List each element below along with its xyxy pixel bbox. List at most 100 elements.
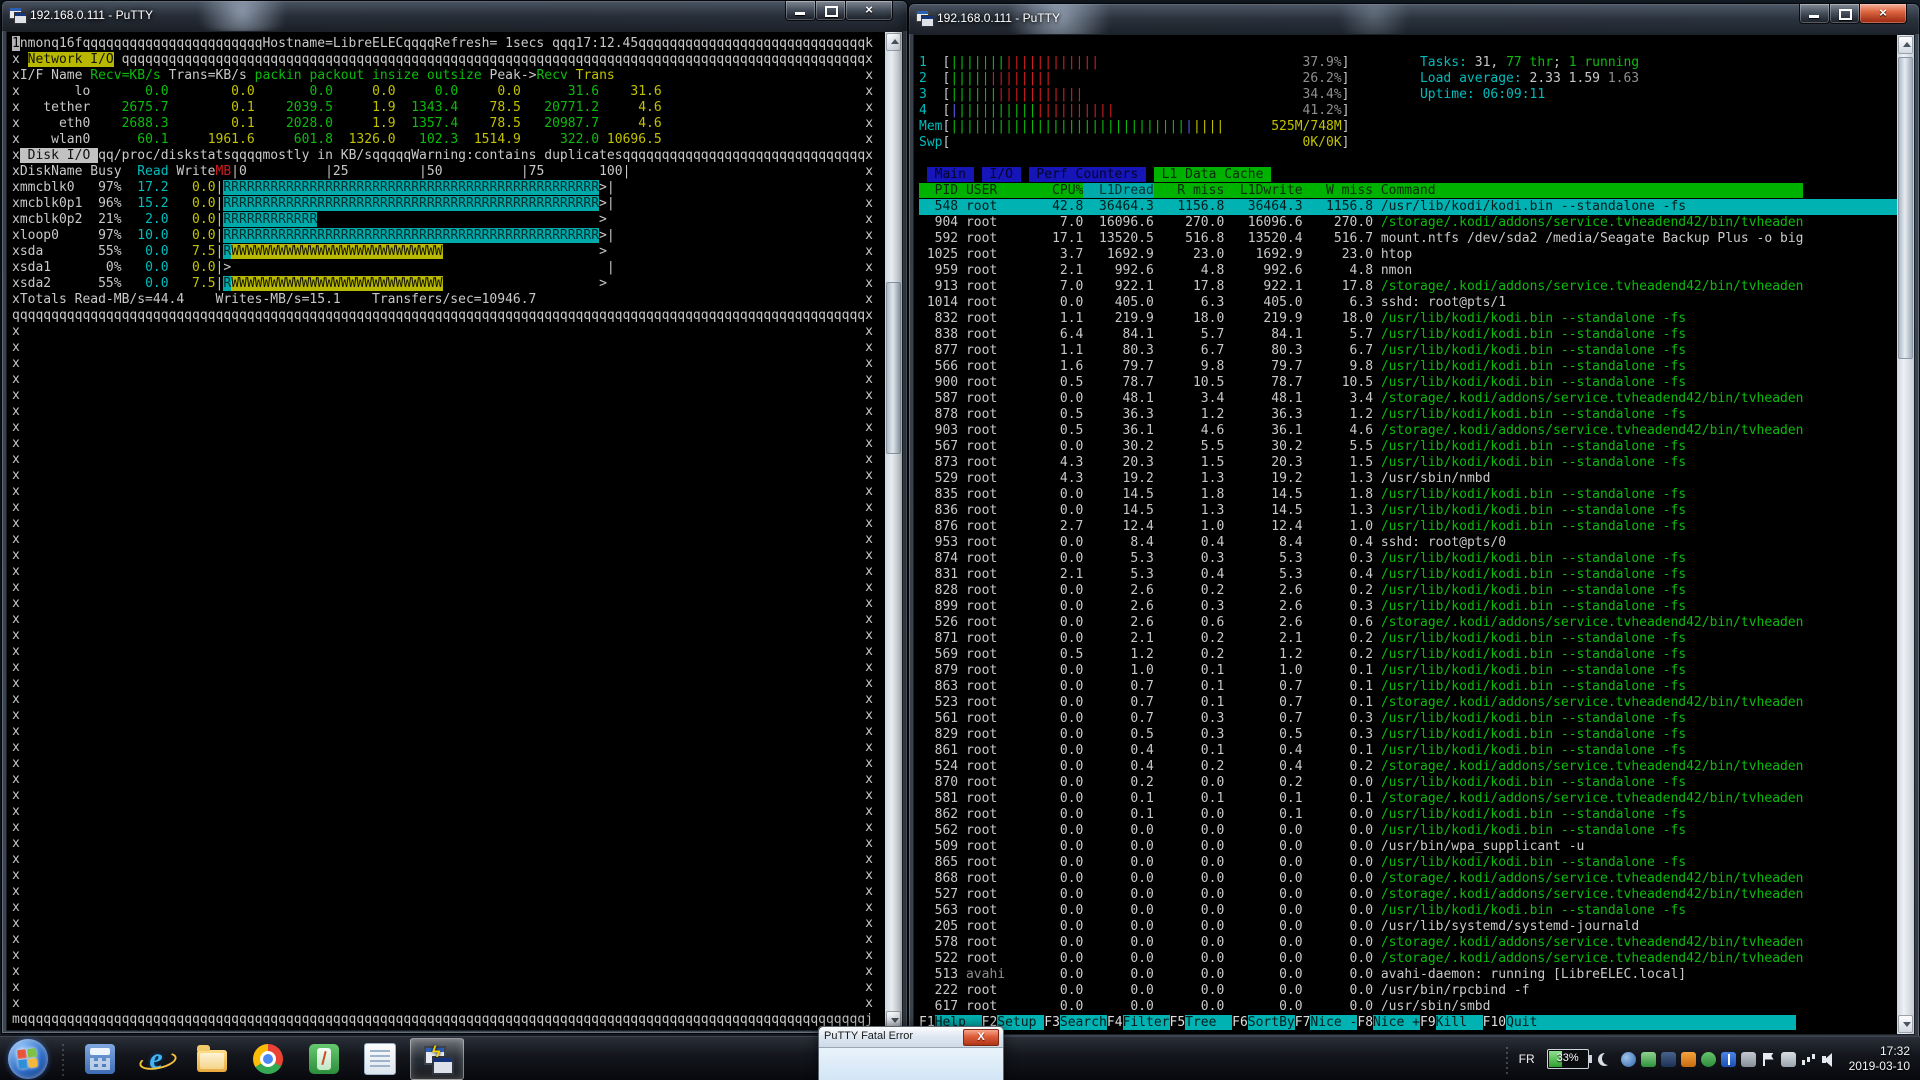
scroll-thumb[interactable] xyxy=(886,282,901,454)
minimize-button[interactable] xyxy=(1799,4,1830,24)
terminal-line: 879 root 0.0 1.0 0.1 1.0 0.1 /usr/lib/ko… xyxy=(919,663,1897,679)
terminal-line: Swp[ 0K/0K] xyxy=(919,135,1897,151)
scroll-thumb[interactable] xyxy=(1898,57,1913,359)
battery-indicator[interactable]: 33% xyxy=(1547,1049,1589,1069)
terminal-line: x x xyxy=(12,868,885,884)
start-button[interactable] xyxy=(8,1039,48,1079)
internet-explorer-icon: e xyxy=(141,1044,171,1074)
taskbar-clock[interactable]: 17:32 2019-03-10 xyxy=(1849,1044,1910,1074)
terminal-line: 865 root 0.0 0.0 0.0 0.0 0.0 /usr/lib/ko… xyxy=(919,855,1897,871)
desktop: 192.168.0.111 - PuTTY × 1nmonq16fqqqqqqq… xyxy=(0,0,1920,1080)
terminal-line: x x xyxy=(12,372,885,388)
close-button[interactable]: × xyxy=(845,1,893,21)
maximize-button[interactable] xyxy=(1829,4,1860,24)
terminal-area-htop[interactable]: 1 [||||||||||||||||||| 37.9%] Tasks: 31,… xyxy=(913,34,1915,1035)
language-indicator[interactable]: FR xyxy=(1519,1052,1535,1066)
close-button[interactable]: × xyxy=(1859,4,1907,24)
terminal-line: xmmcblk0 97% 17.2 0.0|RRRRRRRRRRRRRRRRRR… xyxy=(12,180,885,196)
terminal-line: 876 root 2.7 12.4 1.0 12.4 1.0 /usr/lib/… xyxy=(919,519,1897,535)
tray-icon-flag[interactable] xyxy=(1761,1052,1776,1067)
terminal-line: x x xyxy=(12,900,885,916)
terminal-area-nmon[interactable]: 1nmonq16fqqqqqqqqqqqqqqqqqqqqqqqHostname… xyxy=(6,31,903,1031)
tray-icon-update[interactable] xyxy=(1641,1052,1656,1067)
system-tray: FR 33% 17:32 2019-03-10 xyxy=(1503,1037,1920,1080)
putty-window-icon xyxy=(9,7,26,24)
dialog-title: PuTTY Fatal Error xyxy=(824,1030,913,1042)
tray-icon-volume[interactable] xyxy=(1821,1052,1836,1067)
terminal-line: 513 avahi 0.0 0.0 0.0 0.0 0.0 avahi-daem… xyxy=(919,967,1897,983)
terminal-line: x x xyxy=(12,676,885,692)
tray-icon-device[interactable] xyxy=(1781,1052,1796,1067)
scroll-up-icon[interactable] xyxy=(1898,36,1913,54)
terminal-line: x x xyxy=(12,884,885,900)
terminal-output-nmon: 1nmonq16fqqqqqqqqqqqqqqqqqqqqqqqHostname… xyxy=(7,32,885,1030)
terminal-line: 548 root 42.8 36464.3 1156.8 36464.3 115… xyxy=(919,199,1897,215)
terminal-line: 874 root 0.0 5.3 0.3 5.3 0.3 /usr/lib/ko… xyxy=(919,551,1897,567)
terminal-line: 1 [||||||||||||||||||| 37.9%] Tasks: 31,… xyxy=(919,55,1897,71)
tray-icon-hwinfo[interactable] xyxy=(1681,1052,1696,1067)
terminal-line: x x xyxy=(12,548,885,564)
tray-icon-signal[interactable] xyxy=(1801,1052,1816,1067)
taskbar-app-notepad[interactable] xyxy=(354,1039,406,1079)
terminal-line: x x xyxy=(12,356,885,372)
taskbar-app-putty[interactable]: ϟ xyxy=(410,1038,464,1080)
notepad-icon xyxy=(364,1043,396,1075)
terminal-line xyxy=(919,151,1897,167)
terminal-line: x x xyxy=(12,836,885,852)
terminal-line: x x xyxy=(12,852,885,868)
terminal-line: 578 root 0.0 0.0 0.0 0.0 0.0 /storage/.k… xyxy=(919,935,1897,951)
putty-window-nmon: 192.168.0.111 - PuTTY × 1nmonq16fqqqqqqq… xyxy=(1,0,908,1034)
terminal-line: 900 root 0.5 78.7 10.5 78.7 10.5 /usr/li… xyxy=(919,375,1897,391)
terminal-line: x x xyxy=(12,516,885,532)
terminal-line: 959 root 2.1 992.6 4.8 992.6 4.8 nmon xyxy=(919,263,1897,279)
right-scrollbar[interactable] xyxy=(1897,35,1914,1034)
left-scrollbar[interactable] xyxy=(885,32,902,1030)
terminal-line: 581 root 0.0 0.1 0.1 0.1 0.1 /storage/.k… xyxy=(919,791,1897,807)
terminal-line: 569 root 0.5 1.2 0.2 1.2 0.2 /usr/lib/ko… xyxy=(919,647,1897,663)
taskbar-app-chrome[interactable] xyxy=(242,1039,294,1079)
terminal-line: 831 root 2.1 5.3 0.4 5.3 0.4 /usr/lib/ko… xyxy=(919,567,1897,583)
terminal-line: 863 root 0.0 0.7 0.1 0.7 0.1 /usr/lib/ko… xyxy=(919,679,1897,695)
tray-icon-remote[interactable] xyxy=(1661,1052,1676,1067)
minimize-button[interactable] xyxy=(785,1,816,21)
terminal-line: 836 root 0.0 14.5 1.3 14.5 1.3 /usr/lib/… xyxy=(919,503,1897,519)
terminal-line: x lo 0.0 0.0 0.0 0.0 0.0 0.0 31.6 31.6 x xyxy=(12,84,885,100)
taskbar-separator xyxy=(58,1042,68,1076)
terminal-line: 523 root 0.0 0.7 0.1 0.7 0.1 /storage/.k… xyxy=(919,695,1897,711)
tray-icon-network[interactable] xyxy=(1621,1052,1636,1067)
tray-icon-scheduler[interactable] xyxy=(1701,1052,1716,1067)
terminal-line: x x xyxy=(12,324,885,340)
terminal-line: x x xyxy=(12,804,885,820)
terminal-line: Main I/O Perf Counters L1 Data Cache xyxy=(919,167,1897,183)
terminal-line: 1nmonq16fqqqqqqqqqqqqqqqqqqqqqqqHostname… xyxy=(12,36,885,52)
terminal-line xyxy=(919,39,1897,55)
terminal-line: 592 root 17.1 13520.5 516.8 13520.4 516.… xyxy=(919,231,1897,247)
tray-icon-bluetooth[interactable] xyxy=(1721,1052,1736,1067)
terminal-line: 877 root 1.1 80.3 6.7 80.3 6.7 /usr/lib/… xyxy=(919,343,1897,359)
terminal-line: 2 [||||||||||||| 26.2%] Load average: 2.… xyxy=(919,71,1897,87)
scroll-down-icon[interactable] xyxy=(1898,1015,1913,1033)
terminal-line: x x xyxy=(12,468,885,484)
terminal-line: x x xyxy=(12,708,885,724)
tray-icon-usb[interactable] xyxy=(1741,1052,1756,1067)
maximize-button[interactable] xyxy=(815,1,846,21)
terminal-line: x Network I/O qqqqqqqqqqqqqqqqqqqqqqqqqq… xyxy=(12,52,885,68)
terminal-line: x x xyxy=(12,932,885,948)
taskbar-app-internet-explorer[interactable]: e xyxy=(130,1039,182,1079)
power-saver-icon[interactable] xyxy=(1598,1053,1611,1066)
terminal-line: xsda2 55% 0.0 7.5|RWWWWWWWWWWWWWWWWWWWWW… xyxy=(12,276,885,292)
dialog-titlebar[interactable]: PuTTY Fatal Error X xyxy=(819,1027,1003,1048)
left-titlebar[interactable]: 192.168.0.111 - PuTTY × xyxy=(2,1,907,31)
dialog-close-button[interactable]: X xyxy=(963,1029,999,1046)
terminal-line: 567 root 0.0 30.2 5.5 30.2 5.5 /usr/lib/… xyxy=(919,439,1897,455)
terminal-line: x x xyxy=(12,340,885,356)
taskbar-app-calculator[interactable] xyxy=(74,1039,126,1079)
taskbar-app-file-explorer[interactable] xyxy=(186,1039,238,1079)
scroll-up-icon[interactable] xyxy=(886,33,901,51)
dialog-body xyxy=(819,1048,1003,1080)
terminal-line: 617 root 0.0 0.0 0.0 0.0 0.0 /usr/sbin/s… xyxy=(919,999,1897,1015)
right-titlebar[interactable]: 192.168.0.111 - PuTTY × xyxy=(909,4,1919,34)
terminal-line: x x xyxy=(12,452,885,468)
terminal-line: x x xyxy=(12,660,885,676)
taskbar-app-system-monitor[interactable] xyxy=(298,1039,350,1079)
